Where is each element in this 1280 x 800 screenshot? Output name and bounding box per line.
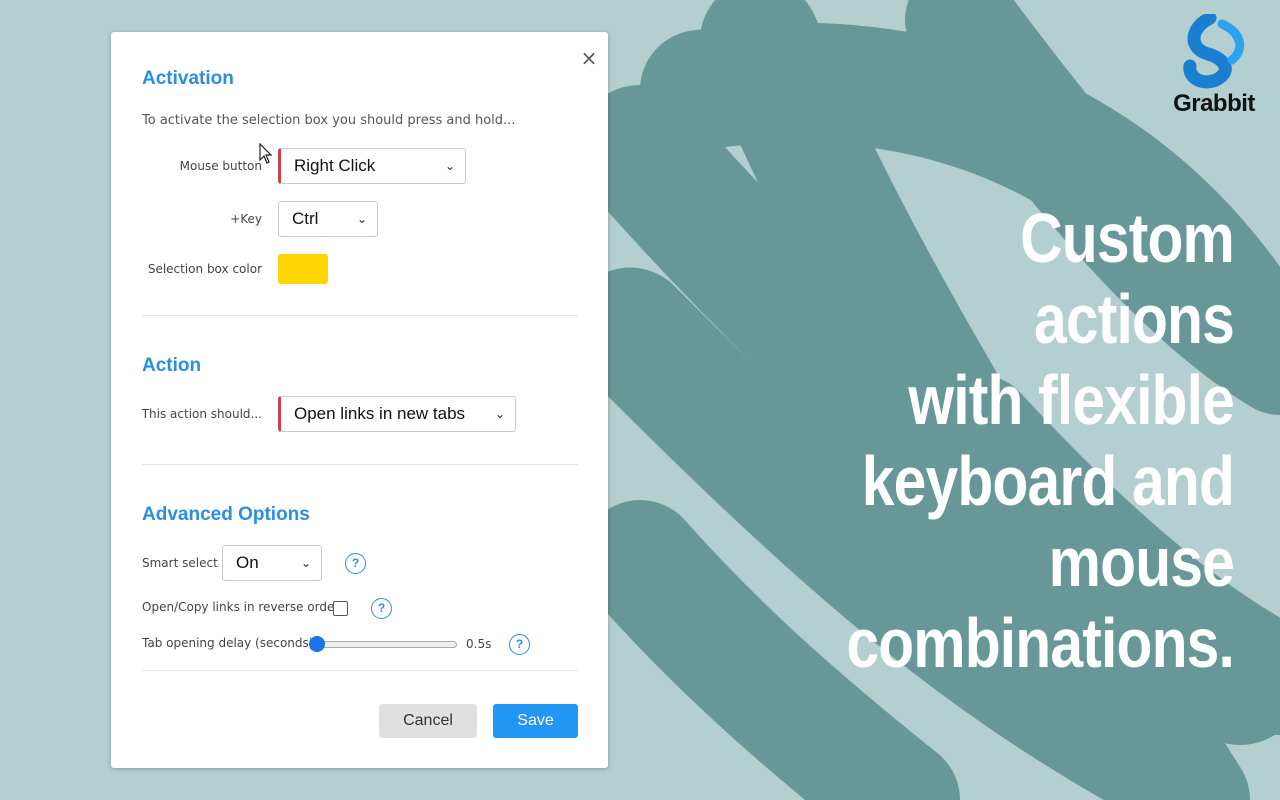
headline-line: Custom actions [1020,199,1235,358]
help-icon[interactable]: ? [371,598,392,619]
logo-wordmark: Grabbit [1173,90,1255,117]
action-select[interactable]: Open links in new tabs ⌄ [278,396,516,432]
advanced-heading: Advanced Options [142,504,310,525]
settings-dialog: × Activation To activate the selection b… [111,32,608,768]
activation-note: To activate the selection box you should… [142,113,516,128]
smart-select-select[interactable]: On ⌄ [222,545,322,581]
activation-heading: Activation [142,68,234,89]
grabbit-logo-icon [1183,14,1245,89]
chevron-down-icon: ⌄ [444,159,455,173]
chevron-down-icon: ⌄ [356,212,367,226]
delay-label: Tab opening delay (seconds) [142,636,314,650]
chevron-down-icon: ⌄ [300,556,311,570]
action-heading: Action [142,355,202,376]
reverse-order-label: Open/Copy links in reverse order [142,600,340,614]
mouse-button-label: Mouse button [179,159,262,173]
key-label: +Key [230,212,262,226]
action-label: This action should... [141,407,262,421]
cancel-button[interactable]: Cancel [379,704,477,738]
section-divider [142,315,578,316]
help-icon[interactable]: ? [345,553,366,574]
headline-line: keyboard and [861,442,1235,520]
smart-select-label: Smart select [142,556,218,570]
selection-color-picker[interactable] [278,254,328,284]
promo-headline: Custom actions with flexible keyboard an… [839,198,1234,684]
smart-select-value: On [236,553,259,572]
section-divider [142,670,578,671]
headline-line: combinations. [846,604,1234,682]
delay-slider-thumb[interactable] [309,636,325,652]
reverse-order-checkbox[interactable] [333,601,348,616]
headline-line: with flexible [908,361,1234,439]
key-value: Ctrl [292,209,319,228]
grabbit-logo: Grabbit [1166,14,1262,120]
delay-value: 0.5s [466,637,492,651]
chevron-down-icon: ⌄ [494,407,505,421]
key-select[interactable]: Ctrl ⌄ [278,201,378,237]
mouse-button-value: Right Click [294,156,376,175]
section-divider [142,464,578,465]
save-button[interactable]: Save [493,704,578,738]
delay-slider-track[interactable] [311,641,457,648]
action-value: Open links in new tabs [294,404,466,423]
headline-line: mouse [1048,523,1235,601]
close-icon[interactable]: × [579,47,599,69]
mouse-cursor-icon [259,143,273,164]
mouse-button-select[interactable]: Right Click ⌄ [278,148,466,184]
help-icon[interactable]: ? [509,634,530,655]
selection-color-label: Selection box color [147,262,262,276]
